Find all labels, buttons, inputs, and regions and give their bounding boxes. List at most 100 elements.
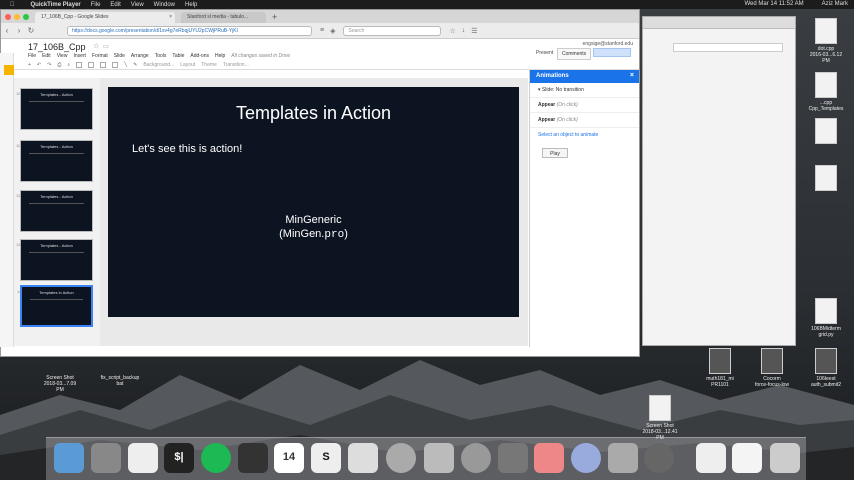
terminal-icon[interactable]: $| — [164, 443, 194, 473]
menu-table[interactable]: Table — [172, 53, 184, 59]
desktop-file-icon[interactable]: Screen Shot 2018-03...12.41 PM — [640, 395, 680, 441]
spotify-icon[interactable] — [201, 443, 231, 473]
menubar-view[interactable]: View — [131, 2, 144, 8]
menubar-file[interactable]: File — [91, 2, 101, 8]
menu-tools[interactable]: Tools — [155, 53, 167, 59]
desktop-file-icon[interactable]: muth181_mi PR1101 — [700, 348, 740, 388]
menu-file[interactable]: File — [28, 53, 36, 59]
line-tool-icon[interactable]: ╲ — [124, 62, 127, 68]
slides-logo-icon[interactable] — [4, 65, 14, 75]
reader-icon[interactable]: ≡ — [320, 27, 324, 35]
bookmarks-icon[interactable]: ☆ — [449, 27, 455, 35]
preview-icon[interactable] — [128, 443, 158, 473]
apple-icon[interactable]:  — [10, 2, 15, 8]
shield-icon[interactable]: ◈ — [330, 27, 335, 35]
comments-button[interactable]: Comments — [557, 48, 592, 60]
url-bar[interactable]: https://docs.google.com/presentation/d/1… — [67, 25, 312, 36]
desktop-file-icon[interactable]: 106teest auth_submit2 — [806, 348, 846, 388]
menu-insert[interactable]: Insert — [73, 53, 86, 59]
slide-thumbnail[interactable]: 13 Templates - Action — [16, 239, 93, 281]
menu-arrange[interactable]: Arrange — [131, 53, 149, 59]
star-icon[interactable]: ☆ — [93, 42, 99, 50]
notes-icon[interactable] — [732, 443, 762, 473]
slide-thumbnail-selected[interactable]: 14 Templates in Action — [17, 285, 93, 327]
tab-stanford[interactable]: Stanford sl media - tabulo... — [181, 12, 266, 23]
layout-button[interactable]: Layout — [180, 62, 195, 68]
theme-button[interactable]: Theme — [201, 62, 217, 68]
document-title[interactable]: 17_106B_Cpp — [28, 42, 86, 52]
minimize-window-button[interactable] — [14, 13, 20, 20]
redo-icon[interactable]: ↷ — [47, 62, 51, 68]
play-button[interactable]: Play — [542, 148, 568, 158]
vpn-icon[interactable] — [424, 443, 454, 473]
menubar-edit[interactable]: Edit — [110, 2, 120, 8]
slides-app-icon[interactable] — [238, 443, 268, 473]
desktop-file-icon[interactable] — [806, 118, 846, 146]
menu-edit[interactable]: Edit — [42, 53, 51, 59]
animation-item[interactable]: Appear (On click) — [530, 113, 639, 128]
slide-body-text[interactable]: Let's see this is action! — [132, 143, 242, 155]
shape-tool-icon[interactable] — [112, 62, 119, 68]
menu-slide[interactable]: Slide — [114, 53, 125, 59]
finder-icon[interactable] — [54, 443, 84, 473]
folder-icon[interactable]: ▭ — [103, 43, 109, 50]
menubar-window[interactable]: Window — [154, 2, 175, 8]
current-slide[interactable]: Templates in Action Let's see this is ac… — [108, 87, 519, 317]
secondary-window-field[interactable] — [673, 43, 783, 52]
menu-help[interactable]: Help — [215, 53, 225, 59]
desktop-file-icon[interactable]: ...cpp Cpp_Templates — [806, 72, 846, 112]
desktop-file-icon[interactable]: Screen Shot 2018-03...7.09 PM — [40, 375, 80, 393]
search-input[interactable]: Search — [343, 25, 442, 36]
launchpad-icon[interactable] — [91, 443, 121, 473]
itunes-icon[interactable] — [571, 443, 601, 473]
xcode-icon[interactable] — [498, 443, 528, 473]
transition-button[interactable]: Transition... — [223, 62, 249, 68]
script-icon[interactable]: S — [311, 443, 341, 473]
trash-icon[interactable] — [770, 443, 800, 473]
zoom-icon[interactable]: ⌕ — [67, 62, 70, 68]
slide-title[interactable]: Templates in Action — [108, 103, 519, 124]
add-slide-icon[interactable]: + — [28, 62, 31, 68]
secondary-window-titlebar[interactable] — [643, 17, 795, 29]
slide-thumbnail[interactable]: 11 Templates - Action — [16, 140, 93, 182]
transition-row[interactable]: ▾ Slide: No transition — [530, 83, 639, 98]
desktop-file-icon[interactable]: fix_script_backup bat — [100, 375, 140, 387]
menubar-app-name[interactable]: QuickTime Player — [31, 2, 81, 8]
slide-center-text[interactable]: MinGeneric — [108, 214, 519, 226]
menubar-user[interactable]: Aziz Mark — [822, 1, 848, 7]
calendar-icon[interactable]: 14 — [274, 443, 304, 473]
menubar-help[interactable]: Help — [185, 2, 197, 8]
quicktime-icon[interactable] — [644, 443, 674, 473]
files-icon[interactable] — [696, 443, 726, 473]
background-button[interactable]: Background... — [143, 62, 174, 68]
menu-icon[interactable]: ☰ — [471, 27, 477, 35]
downloads-icon[interactable]: ↓ — [462, 27, 466, 35]
account-email[interactable]: engsige@stanford.edu — [583, 41, 633, 47]
textedit-icon[interactable] — [348, 443, 378, 473]
chrome-icon[interactable] — [461, 443, 491, 473]
back-icon[interactable]: ‹ — [1, 26, 13, 35]
desktop-file-icon[interactable]: 106BMidterm grid.py — [806, 298, 846, 338]
close-tab-icon[interactable]: × — [169, 14, 172, 20]
image-tool-icon[interactable] — [100, 62, 107, 68]
desktop-file-icon[interactable]: dot.cpp 2016-03...6.12 PM — [806, 18, 846, 64]
tab-google-slides[interactable]: 17_106B_Cpp - Google Slides × — [35, 12, 175, 23]
share-button[interactable] — [593, 48, 631, 57]
vlc-icon[interactable] — [534, 443, 564, 473]
close-window-button[interactable] — [5, 13, 11, 20]
select-tool-icon[interactable] — [76, 62, 83, 68]
comment-tool-icon[interactable]: ✎ — [133, 62, 137, 68]
forward-icon[interactable]: › — [13, 26, 25, 35]
slide-center-subtext[interactable]: (MinGen.pro) — [108, 228, 519, 241]
textbox-tool-icon[interactable] — [88, 62, 95, 68]
present-button[interactable]: Present — [536, 50, 553, 56]
menu-addons[interactable]: Add-ons — [190, 53, 209, 59]
menubar-clock[interactable]: Wed Mar 14 11:52 AM — [745, 1, 804, 7]
menu-view[interactable]: View — [57, 53, 68, 59]
zoom-window-button[interactable] — [23, 13, 29, 20]
menu-format[interactable]: Format — [92, 53, 108, 59]
print-icon[interactable]: ⎙ — [57, 62, 61, 68]
desktop-file-icon[interactable] — [806, 165, 846, 193]
slide-thumbnail[interactable]: 10 Templates - Action — [16, 88, 93, 130]
new-tab-icon[interactable]: + — [272, 12, 277, 22]
